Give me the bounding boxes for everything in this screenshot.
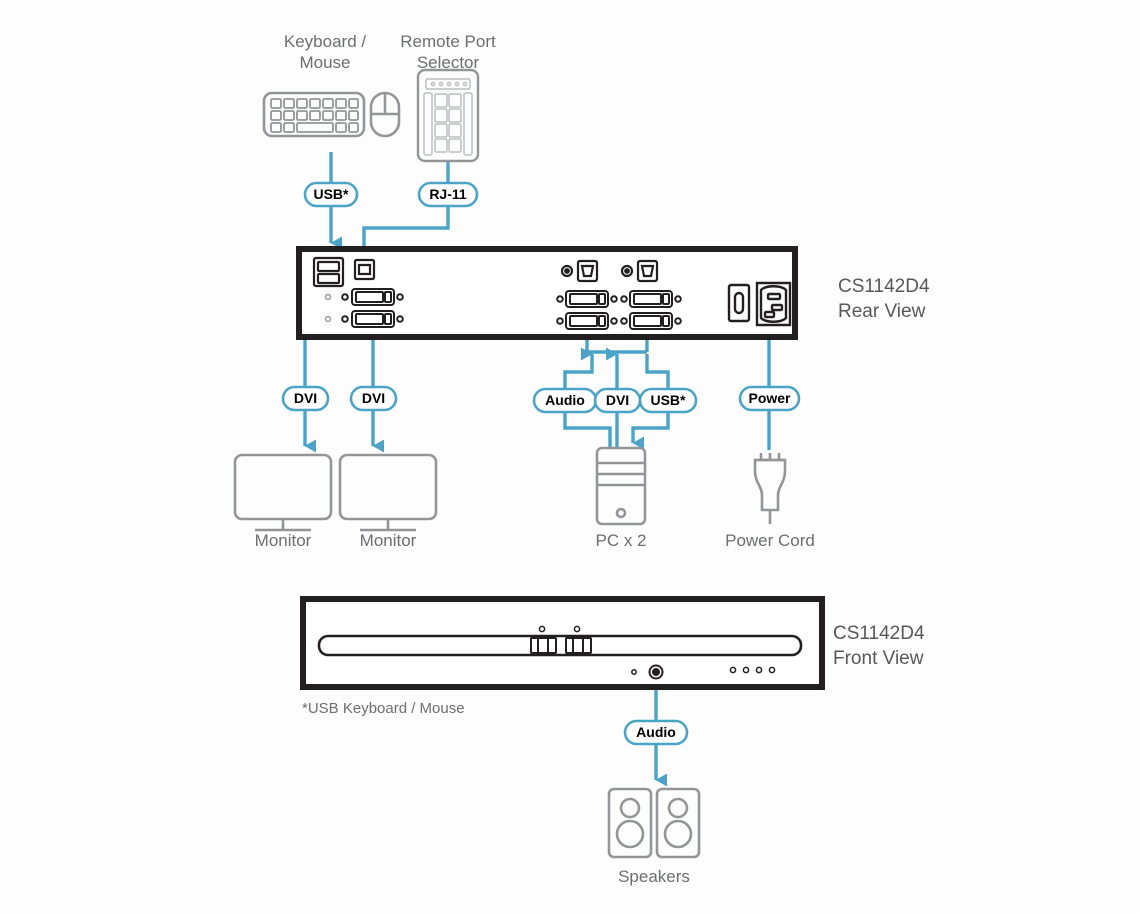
pill-label-usb-pc: USB* <box>650 392 686 408</box>
speakers-icon <box>607 787 701 859</box>
diagram-artwork: USB* RJ-11 DVI DVI Audio DVI USB* Power … <box>233 68 825 859</box>
rear-usb-a-ports <box>312 256 345 288</box>
link-rj11-to-rear <box>362 206 450 252</box>
pill-label-dvi-pc: DVI <box>606 392 629 408</box>
pill-label-usb-top: USB* <box>313 186 349 202</box>
monitor-2-icon <box>338 453 438 532</box>
rear-rj11-port <box>353 258 376 281</box>
caption-speakers: Speakers <box>618 867 690 886</box>
pill-label-rj11: RJ-11 <box>429 186 467 202</box>
front-audio-jack <box>648 664 664 680</box>
front-panel-bar <box>317 634 803 657</box>
pill-label-power: Power <box>748 390 791 406</box>
diagram-canvas: USB* RJ-11 DVI DVI Audio DVI USB* Power … <box>0 0 1140 913</box>
caption-pc: PC x 2 <box>595 531 647 550</box>
link-audio-up <box>563 347 594 389</box>
pill-label-dvi-2: DVI <box>362 390 385 406</box>
rear-view-device-name: CS1142D4 <box>838 276 930 297</box>
monitor-1-icon <box>233 453 333 532</box>
keyboard-keys-icon <box>270 98 359 133</box>
caption-monitor-2: Monitor <box>359 531 417 550</box>
link-usbpc-to-pc <box>631 411 670 450</box>
caption-power-cord: Power Cord <box>725 531 815 550</box>
power-cord-icon <box>753 453 787 524</box>
front-view-device-name: CS1142D4 <box>833 623 925 644</box>
footnote-usb-keyboard-mouse: *USB Keyboard / Mouse <box>302 700 465 717</box>
link-audio-to-pc <box>563 411 612 448</box>
rear-power-switch <box>727 283 751 323</box>
link-usb-pc-down <box>645 354 670 389</box>
header-remote-port-selector: Remote Port Selector <box>400 32 496 72</box>
rear-power-socket <box>755 281 792 327</box>
pill-label-dvi-1: DVI <box>294 390 317 406</box>
front-view-device-view: Front View <box>833 648 924 669</box>
pill-label-audio-rear: Audio <box>545 392 585 408</box>
rear-view-device-view: Rear View <box>838 301 926 322</box>
pc-tower-icon <box>595 446 647 526</box>
pill-label-audio-front: Audio <box>636 724 676 740</box>
mouse-icon <box>369 91 401 138</box>
remote-port-selector-detail-icon <box>423 78 473 156</box>
